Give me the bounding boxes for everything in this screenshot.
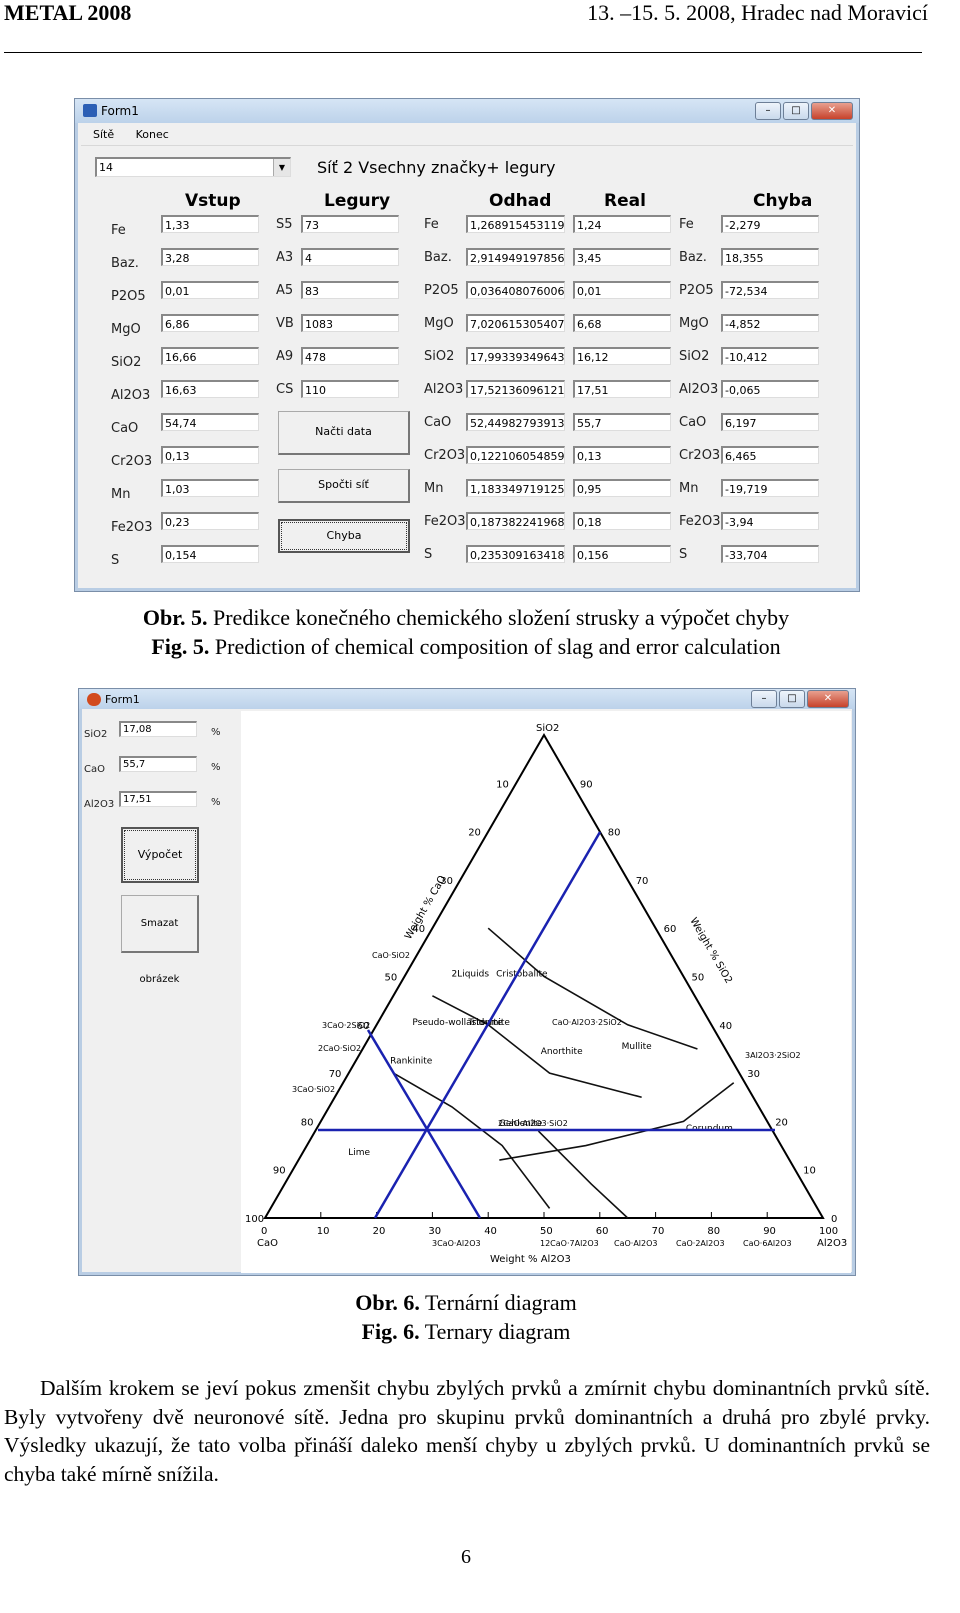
tick-label-right: 30 (747, 1069, 760, 1080)
corner-label-al2o3: Al2O3 (817, 1238, 847, 1249)
tick-label-bottom: 0 (261, 1226, 267, 1237)
tick-label-left: 90 (273, 1166, 286, 1177)
fig6-caption-en: Fig. 6. Ternary diagram (0, 1319, 932, 1345)
compound-label: 2CaO·SiO2 (318, 1044, 361, 1053)
phase-label: Anorthite (541, 1047, 583, 1057)
corner-label-cao: CaO (257, 1238, 278, 1249)
tick-label-bottom: 100 (819, 1226, 838, 1237)
apex-label-sio2: SiO2 (536, 723, 559, 734)
phase-label: Lime (348, 1148, 370, 1158)
fig6-caption-en-text: Ternary diagram (419, 1319, 571, 1344)
tick-label-bottom: 70 (652, 1226, 665, 1237)
fig6-label-cz: Obr. 6. (355, 1290, 420, 1315)
tick-label-bottom: 40 (484, 1226, 497, 1237)
tick-label-right: 80 (608, 828, 621, 839)
phase-boundary (432, 995, 642, 1099)
compound-label: 2CaO·Al2O3·SiO2 (498, 1119, 568, 1128)
tick-label-right: 90 (580, 779, 593, 790)
body-paragraph: Dalším krokem se jeví pokus zmenšit chyb… (4, 1376, 930, 1486)
tick-label-right: 10 (803, 1166, 816, 1177)
compound-label: CaO·Al2O3 (614, 1239, 658, 1248)
phase-label: Mullite (622, 1042, 652, 1052)
compound-label: CaO·6Al2O3 (743, 1239, 792, 1248)
tick-label-right: 70 (636, 876, 649, 887)
tick-label-right: 0 (831, 1214, 837, 1225)
fig6-label-en: Fig. 6. (361, 1319, 420, 1344)
axis-label-left: Weight % CaO (403, 874, 448, 942)
tick-label-right: 40 (719, 1021, 732, 1032)
page: METAL 2008 13. –15. 5. 2008, Hradec nad … (0, 0, 960, 1613)
tick-label-bottom: 60 (596, 1226, 609, 1237)
phase-boundary (537, 1130, 629, 1219)
phase-label: Cristobalite (496, 970, 548, 980)
tick-label-bottom: 10 (317, 1226, 330, 1237)
axis-label-bottom: Weight % Al2O3 (490, 1254, 571, 1265)
compound-label: CaO·2Al2O3 (676, 1239, 725, 1248)
compound-label: 3CaO·Al2O3 (432, 1239, 481, 1248)
tick-label-bottom: 50 (540, 1226, 553, 1237)
phase-label: 2Liquids (451, 970, 489, 980)
ternary-diagram: 0 10 20 30 40 50 60 70 80 90 100908070605040302010… (245, 723, 847, 1265)
tick-label-right: 60 (664, 924, 677, 935)
compound-label: 3CaO·SiO2 (292, 1085, 335, 1094)
compound-label: CaO·SiO2 (372, 951, 410, 960)
tick-label-left: 70 (329, 1069, 342, 1080)
tick-label-left: 80 (301, 1117, 314, 1128)
tick-label-left: 20 (468, 828, 481, 839)
compound-label: 3Al2O3·2SiO2 (745, 1051, 801, 1060)
tick-label-bottom: 90 (763, 1226, 776, 1237)
tick-label-right: 20 (775, 1117, 788, 1128)
compound-label: 12CaO·7Al2O3 (540, 1239, 599, 1248)
phase-boundary (392, 1072, 551, 1209)
page-number: 6 (461, 1546, 471, 1568)
tick-label-left: 50 (385, 973, 398, 984)
fig6-caption-cz-text: Ternární diagram (419, 1290, 577, 1315)
compound-label: CaO·Al2O3·2SiO2 (552, 1018, 622, 1027)
tick-label-bottom: 30 (428, 1226, 441, 1237)
tick-label-left: 100 (245, 1214, 264, 1225)
phase-label: Rankinite (390, 1056, 433, 1066)
fig6-caption-cz: Obr. 6. Ternární diagram (0, 1290, 932, 1316)
compound-label: 3CaO·2SiO2 (322, 1021, 370, 1030)
tick-label-left: 10 (496, 779, 509, 790)
tick-label-bottom: 80 (707, 1226, 720, 1237)
tick-label-bottom: 20 (373, 1226, 386, 1237)
tick-label-right: 50 (692, 973, 705, 984)
